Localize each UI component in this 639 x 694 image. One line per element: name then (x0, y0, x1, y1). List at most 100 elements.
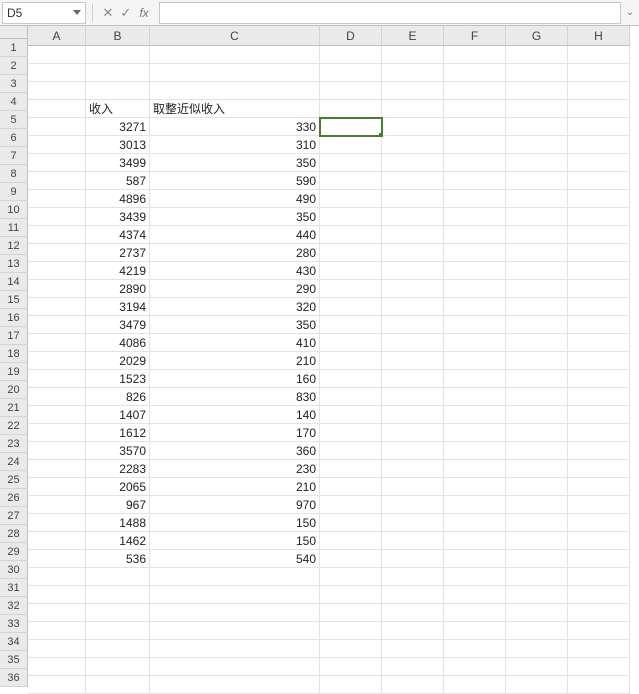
cell-A5[interactable] (28, 118, 86, 136)
cell-E5[interactable] (382, 118, 444, 136)
row-header-29[interactable]: 29 (0, 543, 28, 561)
cell-A8[interactable] (28, 172, 86, 190)
cell-G26[interactable] (506, 496, 568, 514)
cell-B16[interactable]: 3479 (86, 316, 150, 334)
cell-H17[interactable] (568, 334, 630, 352)
cell-G35[interactable] (506, 658, 568, 676)
cell-F25[interactable] (444, 478, 506, 496)
cell-C14[interactable]: 290 (150, 280, 320, 298)
cell-B15[interactable]: 3194 (86, 298, 150, 316)
cell-F23[interactable] (444, 442, 506, 460)
cell-B24[interactable]: 2283 (86, 460, 150, 478)
cell-E16[interactable] (382, 316, 444, 334)
row-header-1[interactable]: 1 (0, 39, 28, 57)
row-header-28[interactable]: 28 (0, 525, 28, 543)
row-header-31[interactable]: 31 (0, 579, 28, 597)
cell-C30[interactable] (150, 568, 320, 586)
cell-H23[interactable] (568, 442, 630, 460)
cell-C6[interactable]: 310 (150, 136, 320, 154)
cell-B22[interactable]: 1612 (86, 424, 150, 442)
row-header-33[interactable]: 33 (0, 615, 28, 633)
column-header-H[interactable]: H (568, 26, 630, 46)
cancel-icon[interactable]: ✕ (99, 5, 117, 21)
cell-B11[interactable]: 4374 (86, 226, 150, 244)
cell-E32[interactable] (382, 604, 444, 622)
cell-C24[interactable]: 230 (150, 460, 320, 478)
cell-E28[interactable] (382, 532, 444, 550)
cell-D29[interactable] (320, 550, 382, 568)
cell-D36[interactable] (320, 676, 382, 694)
cell-D15[interactable] (320, 298, 382, 316)
cell-E35[interactable] (382, 658, 444, 676)
row-header-19[interactable]: 19 (0, 363, 28, 381)
cell-G19[interactable] (506, 370, 568, 388)
cell-A7[interactable] (28, 154, 86, 172)
cell-G22[interactable] (506, 424, 568, 442)
cell-E1[interactable] (382, 46, 444, 64)
cell-C28[interactable]: 150 (150, 532, 320, 550)
cell-G32[interactable] (506, 604, 568, 622)
cell-D11[interactable] (320, 226, 382, 244)
cell-A31[interactable] (28, 586, 86, 604)
row-header-32[interactable]: 32 (0, 597, 28, 615)
cell-H15[interactable] (568, 298, 630, 316)
cell-H3[interactable] (568, 82, 630, 100)
row-header-15[interactable]: 15 (0, 291, 28, 309)
cell-B14[interactable]: 2890 (86, 280, 150, 298)
cell-B31[interactable] (86, 586, 150, 604)
cell-A25[interactable] (28, 478, 86, 496)
cell-B28[interactable]: 1462 (86, 532, 150, 550)
row-header-12[interactable]: 12 (0, 237, 28, 255)
row-header-23[interactable]: 23 (0, 435, 28, 453)
cell-F24[interactable] (444, 460, 506, 478)
row-header-25[interactable]: 25 (0, 471, 28, 489)
cell-H25[interactable] (568, 478, 630, 496)
cell-H14[interactable] (568, 280, 630, 298)
cell-E9[interactable] (382, 190, 444, 208)
cell-H21[interactable] (568, 406, 630, 424)
row-header-20[interactable]: 20 (0, 381, 28, 399)
cell-H28[interactable] (568, 532, 630, 550)
cell-A1[interactable] (28, 46, 86, 64)
cell-G11[interactable] (506, 226, 568, 244)
cell-F31[interactable] (444, 586, 506, 604)
cell-B30[interactable] (86, 568, 150, 586)
cell-A20[interactable] (28, 388, 86, 406)
cell-C36[interactable] (150, 676, 320, 694)
cell-G33[interactable] (506, 622, 568, 640)
cell-C3[interactable] (150, 82, 320, 100)
cell-D17[interactable] (320, 334, 382, 352)
cell-F6[interactable] (444, 136, 506, 154)
cell-A23[interactable] (28, 442, 86, 460)
cell-D3[interactable] (320, 82, 382, 100)
cell-B26[interactable]: 967 (86, 496, 150, 514)
cell-G3[interactable] (506, 82, 568, 100)
cell-D10[interactable] (320, 208, 382, 226)
cell-H36[interactable] (568, 676, 630, 694)
cell-G5[interactable] (506, 118, 568, 136)
cell-A35[interactable] (28, 658, 86, 676)
column-header-F[interactable]: F (444, 26, 506, 46)
cell-D9[interactable] (320, 190, 382, 208)
cell-B20[interactable]: 826 (86, 388, 150, 406)
cell-G4[interactable] (506, 100, 568, 118)
cell-A27[interactable] (28, 514, 86, 532)
cell-H5[interactable] (568, 118, 630, 136)
cell-F16[interactable] (444, 316, 506, 334)
cell-B7[interactable]: 3499 (86, 154, 150, 172)
cell-D20[interactable] (320, 388, 382, 406)
column-header-G[interactable]: G (506, 26, 568, 46)
cell-G20[interactable] (506, 388, 568, 406)
cell-H20[interactable] (568, 388, 630, 406)
cell-G27[interactable] (506, 514, 568, 532)
cell-D26[interactable] (320, 496, 382, 514)
cell-E14[interactable] (382, 280, 444, 298)
cell-D23[interactable] (320, 442, 382, 460)
cell-H19[interactable] (568, 370, 630, 388)
cell-F5[interactable] (444, 118, 506, 136)
cell-A30[interactable] (28, 568, 86, 586)
cell-B2[interactable] (86, 64, 150, 82)
row-header-22[interactable]: 22 (0, 417, 28, 435)
cell-H16[interactable] (568, 316, 630, 334)
cell-C21[interactable]: 140 (150, 406, 320, 424)
